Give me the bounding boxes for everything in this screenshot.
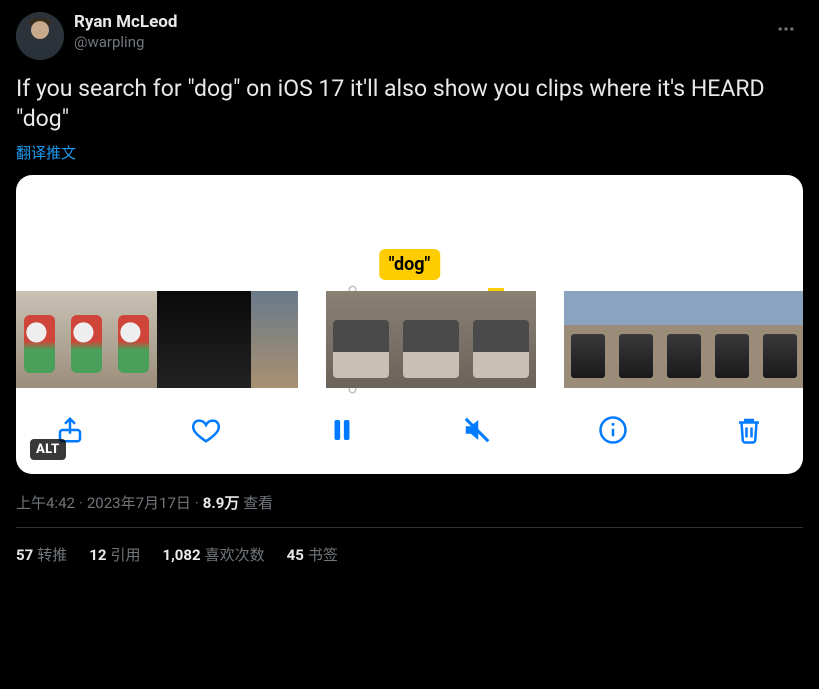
- timeline-frame: [110, 291, 157, 388]
- bookmarks-stat[interactable]: 45书签: [287, 544, 338, 565]
- user-handle[interactable]: @warpling: [74, 33, 177, 52]
- mute-icon[interactable]: [459, 412, 495, 448]
- pause-icon[interactable]: [324, 412, 360, 448]
- tweet-time[interactable]: 上午4:42: [16, 494, 75, 512]
- avatar[interactable]: [16, 12, 64, 60]
- timeline-frame: [466, 291, 536, 388]
- timeline-frame: [756, 291, 803, 388]
- tweet-text: If you search for "dog" on iOS 17 it'll …: [16, 74, 803, 134]
- clip-group[interactable]: [16, 291, 298, 388]
- tweet-stats: 57转推 12引用 1,082 喜欢次数 45书签: [16, 528, 803, 575]
- stat-label: 喜欢次数: [205, 546, 265, 564]
- stat-count: 12: [89, 546, 106, 564]
- caption-chip: "dog": [379, 249, 441, 280]
- stat-label: 书签: [308, 546, 338, 564]
- views-label: 查看: [243, 494, 273, 512]
- tweet-date[interactable]: 2023年7月17日: [87, 494, 191, 512]
- tweet-container: Ryan McLeod @warpling If you search for …: [0, 0, 819, 583]
- stat-count: 1,082: [162, 546, 200, 564]
- media-card[interactable]: "dog": [16, 175, 803, 474]
- more-button[interactable]: [769, 12, 803, 46]
- clip-group[interactable]: [564, 291, 803, 388]
- likes-stat[interactable]: 1,082 喜欢次数: [162, 544, 264, 565]
- timeline-frame: [708, 291, 756, 388]
- translate-link[interactable]: 翻译推文: [16, 142, 76, 163]
- alt-badge[interactable]: ALT: [30, 439, 66, 460]
- timeline-frame: [16, 291, 63, 388]
- trash-icon[interactable]: [731, 412, 767, 448]
- views-count[interactable]: 8.9万: [203, 494, 240, 512]
- display-name[interactable]: Ryan McLeod: [74, 12, 177, 33]
- timeline-frame: [396, 291, 466, 388]
- timeline-frame: [251, 291, 298, 388]
- tweet-header: Ryan McLeod @warpling: [16, 12, 803, 60]
- clip-group[interactable]: [326, 291, 536, 388]
- timeline-frame: [157, 291, 204, 388]
- author-names: Ryan McLeod @warpling: [74, 12, 177, 52]
- quotes-stat[interactable]: 12引用: [89, 544, 140, 565]
- retweets-stat[interactable]: 57转推: [16, 544, 67, 565]
- stat-label: 引用: [110, 546, 140, 564]
- stat-count: 57: [16, 546, 33, 564]
- timeline-frame: [612, 291, 660, 388]
- stat-label: 转推: [37, 546, 67, 564]
- timeline-frame: [660, 291, 708, 388]
- timeline-frame: [204, 291, 251, 388]
- timeline-frame: [326, 291, 396, 388]
- media-toolbar: [16, 394, 803, 474]
- timeline-frame: [63, 291, 110, 388]
- stat-count: 45: [287, 546, 304, 564]
- tweet-meta: 上午4:42·2023年7月17日·8.9万 查看: [16, 492, 803, 528]
- info-icon[interactable]: [595, 412, 631, 448]
- heart-icon[interactable]: [188, 412, 224, 448]
- timeline-frame: [564, 291, 612, 388]
